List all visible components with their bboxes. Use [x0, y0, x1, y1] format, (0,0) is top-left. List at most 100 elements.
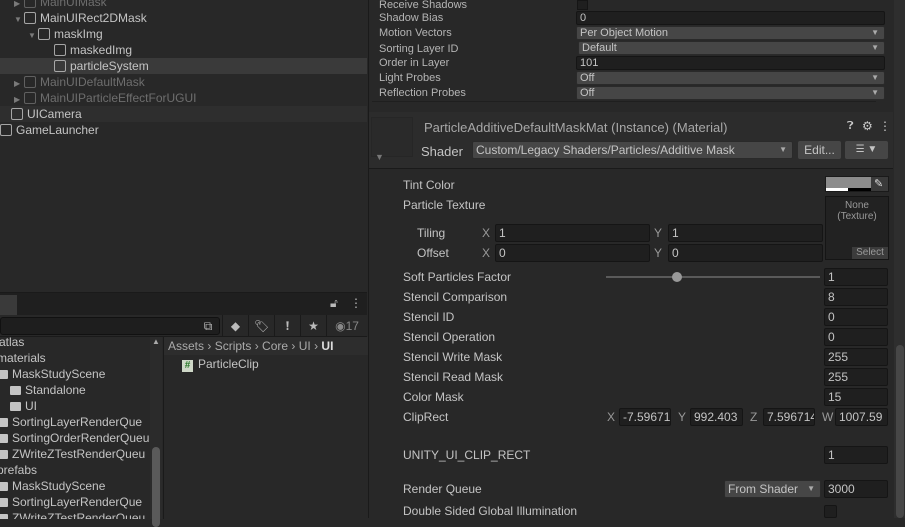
- cliprect-x-field[interactable]: -7.59671: [619, 408, 671, 426]
- reflection-probes-dropdown[interactable]: Off: [576, 86, 885, 100]
- search-window-icon[interactable]: ⧉: [198, 315, 218, 337]
- hierarchy-item[interactable]: ▼ MainUIRect2DMask: [0, 10, 367, 26]
- favorites-star-icon[interactable]: ★: [300, 315, 326, 337]
- divider: [372, 101, 876, 102]
- scroll-up-icon[interactable]: ▲: [150, 337, 162, 346]
- folder-tree: atlas materials MaskStudyScene Standalon…: [0, 337, 150, 519]
- tiling-y-field[interactable]: 1: [668, 224, 823, 242]
- sorting-layer-dropdown[interactable]: Default: [578, 41, 885, 55]
- material-property-field[interactable]: 15: [824, 388, 888, 406]
- folder-item[interactable]: SortingOrderRenderQueu: [0, 430, 149, 446]
- eyedropper-icon[interactable]: ✎: [874, 177, 883, 190]
- folder-item[interactable]: UI: [10, 398, 37, 414]
- gameobject-icon: [24, 76, 36, 88]
- breadcrumb-item[interactable]: Assets: [168, 339, 204, 353]
- render-queue-field[interactable]: 3000: [824, 480, 888, 498]
- motion-vectors-dropdown[interactable]: Per Object Motion: [576, 26, 885, 40]
- filter-by-type-icon[interactable]: ◆: [222, 315, 248, 337]
- material-property-label: Stencil Write Mask: [403, 350, 503, 364]
- project-tab[interactable]: [0, 295, 17, 315]
- hierarchy-item[interactable]: GameLauncher: [0, 122, 367, 138]
- folder-open-icon: [0, 370, 8, 379]
- hierarchy-item[interactable]: ▶ MainUIDefaultMask: [0, 74, 367, 90]
- folder-icon: [0, 514, 8, 519]
- render-queue-dropdown[interactable]: From Shader: [724, 480, 821, 498]
- folder-icon: [10, 402, 21, 411]
- soft-particles-field[interactable]: 1: [824, 268, 888, 286]
- foldout-arrow-icon[interactable]: ▼: [375, 152, 384, 162]
- offset-x-field[interactable]: 0: [495, 244, 650, 262]
- cliprect-w-field[interactable]: 1007.59: [835, 408, 888, 426]
- gameobject-icon: [24, 12, 36, 24]
- material-property-field[interactable]: 8: [824, 288, 888, 306]
- order-in-layer-field[interactable]: 101: [576, 56, 885, 70]
- folder-item[interactable]: MaskStudyScene: [0, 478, 105, 494]
- cliprect-z-field[interactable]: 7.596714: [763, 408, 815, 426]
- shadow-bias-field[interactable]: 0: [576, 11, 885, 25]
- console-error-icon[interactable]: ❗︎: [274, 315, 300, 337]
- scrollbar-thumb[interactable]: [152, 447, 160, 527]
- shader-list-button[interactable]: ☰ ▼: [845, 141, 888, 159]
- hierarchy-item[interactable]: ▶ MainUIMask: [0, 0, 367, 10]
- cliprect-y-field[interactable]: 992.403: [690, 408, 743, 426]
- material-property-field[interactable]: 255: [824, 368, 888, 386]
- hierarchy-item-selected[interactable]: particleSystem: [0, 58, 367, 74]
- breadcrumb-item[interactable]: UI: [321, 339, 333, 353]
- material-property-label: Color Mask: [403, 390, 464, 404]
- gameobject-icon: [38, 28, 50, 40]
- folder-icon: [0, 482, 8, 491]
- receive-shadows-checkbox[interactable]: [577, 0, 588, 10]
- folder-item[interactable]: MaskStudyScene: [0, 366, 105, 382]
- lock-icon[interactable]: 🔓︎: [330, 296, 338, 311]
- gameobject-icon: [54, 44, 66, 56]
- material-property-field[interactable]: 255: [824, 348, 888, 366]
- folder-icon: [0, 418, 8, 427]
- search-input[interactable]: [0, 317, 220, 335]
- asset-item[interactable]: # ParticleClip: [182, 357, 259, 372]
- tint-color-field[interactable]: ✎: [825, 176, 889, 192]
- edit-shader-button[interactable]: Edit...: [798, 141, 841, 159]
- shader-dropdown[interactable]: Custom/Legacy Shaders/Particles/Additive…: [472, 141, 793, 159]
- folder-item[interactable]: SortingLayerRenderQue: [0, 414, 142, 430]
- folder-item[interactable]: ZWriteZTestRenderQueu: [0, 446, 145, 462]
- inspector-scrollbar-thumb[interactable]: [896, 345, 904, 518]
- gameobject-icon: [11, 108, 23, 120]
- help-icon[interactable]: ❓︎: [847, 120, 854, 133]
- hierarchy-item[interactable]: UICamera: [0, 106, 367, 122]
- csharp-script-icon: #: [182, 360, 193, 372]
- soft-particles-slider[interactable]: [606, 276, 820, 278]
- folder-item[interactable]: prefabs: [0, 462, 37, 478]
- folder-item[interactable]: SortingLayerRenderQue: [0, 494, 142, 510]
- breadcrumb-item[interactable]: UI: [299, 339, 311, 353]
- alpha-bar-empty: [848, 188, 871, 191]
- more-menu-icon[interactable]: ⋮: [350, 296, 362, 310]
- folder-item[interactable]: atlas: [0, 337, 24, 350]
- gameobject-icon: [24, 0, 36, 8]
- material-property-field[interactable]: 0: [824, 328, 888, 346]
- filter-by-label-icon[interactable]: 🏷︎: [248, 315, 274, 337]
- project-panel: 🔓︎ ⋮ ⧉ ◆ 🏷︎ ❗︎ ★ ◉17 atlas materials Mas…: [0, 292, 368, 527]
- inspector-panel: Receive Shadows Shadow Bias 0 Motion Vec…: [368, 0, 905, 518]
- folder-icon: [0, 498, 8, 507]
- breadcrumb-item[interactable]: Core: [262, 339, 288, 353]
- tiling-x-field[interactable]: 1: [495, 224, 650, 242]
- texture-slot[interactable]: None (Texture) Select: [825, 196, 889, 260]
- double-sided-gi-checkbox[interactable]: [824, 505, 837, 518]
- hierarchy-item[interactable]: ▼ maskImg: [0, 26, 367, 42]
- offset-y-field[interactable]: 0: [668, 244, 823, 262]
- slider-handle[interactable]: [671, 272, 682, 282]
- hidden-packages-button[interactable]: ◉17: [326, 315, 367, 337]
- material-property-field[interactable]: 0: [824, 308, 888, 326]
- hierarchy-item[interactable]: maskedImg: [0, 42, 367, 58]
- light-probes-dropdown[interactable]: Off: [576, 71, 885, 85]
- hierarchy-item[interactable]: ▶ MainUIParticleEffectForUGUI: [0, 90, 367, 106]
- clip-rect-keyword-field[interactable]: 1: [824, 446, 888, 464]
- more-menu-icon[interactable]: ⋮: [879, 119, 891, 133]
- select-texture-button[interactable]: Select: [852, 247, 888, 259]
- breadcrumb-item[interactable]: Scripts: [215, 339, 252, 353]
- folder-item[interactable]: Standalone: [10, 382, 86, 398]
- tab-bar: 🔓︎ ⋮: [0, 293, 367, 315]
- material-preview: [371, 117, 413, 157]
- presets-icon[interactable]: ⚙︎: [862, 119, 873, 133]
- folder-item[interactable]: materials: [0, 350, 46, 366]
